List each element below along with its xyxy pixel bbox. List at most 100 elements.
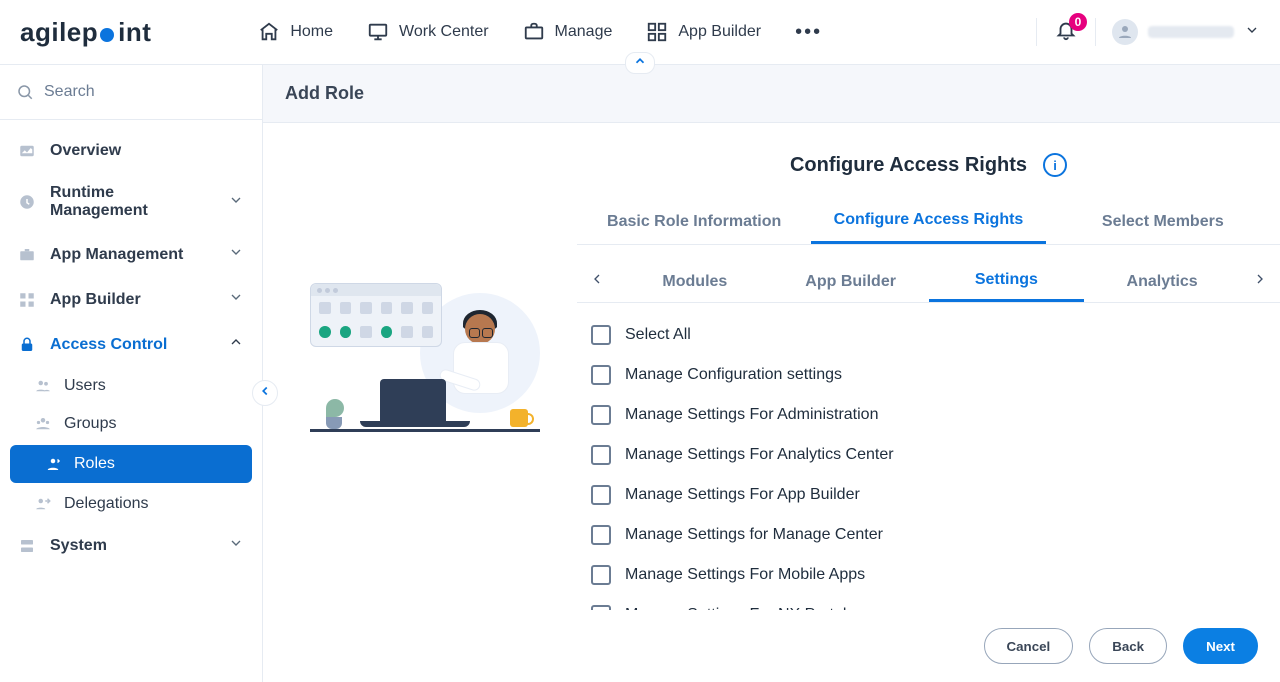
- info-icon[interactable]: i: [1043, 153, 1067, 177]
- cancel-button[interactable]: Cancel: [984, 628, 1074, 664]
- search-placeholder: Search: [44, 83, 95, 101]
- brand-dot-icon: [100, 28, 114, 42]
- sidebar-item-runtime-management[interactable]: Runtime Management: [0, 172, 262, 232]
- step-tab-configure-access[interactable]: Configure Access Rights: [811, 199, 1045, 244]
- main-content: Add Role: [263, 65, 1280, 682]
- nav-work-center-label: Work Center: [399, 23, 489, 41]
- tab-appbuilder[interactable]: App Builder: [773, 263, 929, 301]
- list-item: Manage Configuration settings: [585, 355, 1272, 395]
- tab-modules[interactable]: Modules: [617, 263, 773, 301]
- wizard-footer: Cancel Back Next: [577, 610, 1280, 682]
- ellipsis-icon: •••: [795, 21, 822, 43]
- sidebar-item-overview[interactable]: Overview: [0, 130, 262, 172]
- notification-badge: 0: [1069, 13, 1087, 31]
- notifications-button[interactable]: 0: [1053, 19, 1079, 45]
- page-title: Add Role: [285, 83, 1258, 104]
- search-input[interactable]: Search: [0, 65, 262, 120]
- list-item: Select All: [585, 315, 1272, 355]
- page-subheader: Add Role: [263, 65, 1280, 123]
- sidebar-item-roles[interactable]: Roles: [10, 445, 252, 483]
- chevron-down-icon: [228, 192, 244, 213]
- nav-app-builder[interactable]: App Builder: [646, 21, 761, 43]
- sidebar: Search Overview Runtime Management App M…: [0, 65, 263, 682]
- option-label[interactable]: Manage Settings For Administration: [625, 406, 878, 424]
- step-tab-label: Basic Role Information: [607, 213, 781, 230]
- grid-icon: [18, 291, 36, 309]
- chart-icon: [18, 142, 36, 160]
- checkbox[interactable]: [591, 365, 611, 385]
- option-label[interactable]: Manage Settings For App Builder: [625, 486, 860, 504]
- users-icon: [34, 377, 52, 395]
- sidebar-item-access-control[interactable]: Access Control: [0, 322, 262, 367]
- nav-work-center[interactable]: Work Center: [367, 21, 489, 43]
- chevron-down-icon: [228, 535, 244, 556]
- group-icon: [34, 415, 52, 433]
- nav-home[interactable]: Home: [258, 21, 333, 43]
- form-panel: Configure Access Rights i Basic Role Inf…: [577, 123, 1280, 682]
- sidebar-item-delegations[interactable]: Delegations: [0, 485, 262, 523]
- nav-more[interactable]: •••: [795, 21, 822, 44]
- tab-settings[interactable]: Settings: [929, 261, 1085, 302]
- option-label[interactable]: Manage Configuration settings: [625, 366, 842, 384]
- sidebar-item-groups[interactable]: Groups: [0, 405, 262, 443]
- checkbox[interactable]: [591, 565, 611, 585]
- top-nav: Home Work Center Manage App Builder •••: [258, 21, 822, 44]
- step-tab-select-members[interactable]: Select Members: [1046, 201, 1280, 243]
- search-icon: [16, 83, 34, 101]
- list-item: Manage Settings for Manage Center: [585, 515, 1272, 555]
- header-right: 0: [1036, 18, 1260, 46]
- tab-analytics[interactable]: Analytics: [1084, 263, 1240, 301]
- option-label[interactable]: Manage Settings For Analytics Center: [625, 446, 894, 464]
- tab-label: Analytics: [1127, 273, 1198, 290]
- monitor-icon: [367, 21, 389, 43]
- nav-manage-label: Manage: [555, 23, 613, 41]
- role-icon: [44, 455, 62, 473]
- clock-icon: [18, 193, 36, 211]
- panel-heading: Configure Access Rights: [790, 154, 1027, 177]
- sidebar-item-app-builder[interactable]: App Builder: [0, 277, 262, 322]
- divider: [1036, 18, 1037, 46]
- sidebar-item-system[interactable]: System: [0, 523, 262, 568]
- checkbox[interactable]: [591, 485, 611, 505]
- user-menu[interactable]: [1112, 19, 1260, 45]
- chevron-right-icon: [1252, 271, 1268, 292]
- list-item: Manage Settings For Administration: [585, 395, 1272, 435]
- sidebar-item-app-management[interactable]: App Management: [0, 232, 262, 277]
- checkbox[interactable]: [591, 445, 611, 465]
- chevron-down-icon: [1244, 22, 1260, 43]
- checkbox[interactable]: [591, 325, 611, 345]
- avatar-icon: [1112, 19, 1138, 45]
- sidebar-collapse-toggle[interactable]: [252, 380, 278, 406]
- step-tab-label: Select Members: [1102, 213, 1224, 230]
- checkbox[interactable]: [591, 525, 611, 545]
- divider: [1095, 18, 1096, 46]
- illustration: [310, 283, 530, 453]
- brand-pre: agilep: [20, 17, 98, 48]
- next-button[interactable]: Next: [1183, 628, 1258, 664]
- sidebar-item-users[interactable]: Users: [0, 367, 262, 405]
- sidebar-item-label: Overview: [50, 142, 121, 160]
- checkbox[interactable]: [591, 405, 611, 425]
- tab-label: Settings: [975, 271, 1038, 288]
- step-tab-label: Configure Access Rights: [834, 211, 1024, 228]
- header-collapse-toggle[interactable]: [625, 52, 655, 74]
- sidebar-item-label: App Management: [50, 246, 183, 264]
- sidebar-item-label: Groups: [64, 415, 116, 433]
- briefcase-icon: [523, 21, 545, 43]
- chevron-down-icon: [228, 244, 244, 265]
- category-tabs: Modules App Builder Settings Analytics: [577, 261, 1280, 303]
- nav-manage[interactable]: Manage: [523, 21, 613, 43]
- nav-home-label: Home: [290, 23, 333, 41]
- option-label[interactable]: Select All: [625, 326, 691, 344]
- option-label[interactable]: Manage Settings for Manage Center: [625, 526, 883, 544]
- tabs-prev[interactable]: [577, 262, 617, 302]
- back-button[interactable]: Back: [1089, 628, 1167, 664]
- settings-options-list[interactable]: Select All Manage Configuration settings…: [577, 303, 1280, 610]
- tabs-next[interactable]: [1240, 262, 1280, 302]
- list-item: Manage Settings For Mobile Apps: [585, 555, 1272, 595]
- sidebar-item-label: Delegations: [64, 495, 149, 513]
- option-label[interactable]: Manage Settings For Mobile Apps: [625, 566, 865, 584]
- step-tab-basic-info[interactable]: Basic Role Information: [577, 201, 811, 243]
- sidebar-item-label: Runtime Management: [50, 184, 214, 220]
- server-icon: [18, 537, 36, 555]
